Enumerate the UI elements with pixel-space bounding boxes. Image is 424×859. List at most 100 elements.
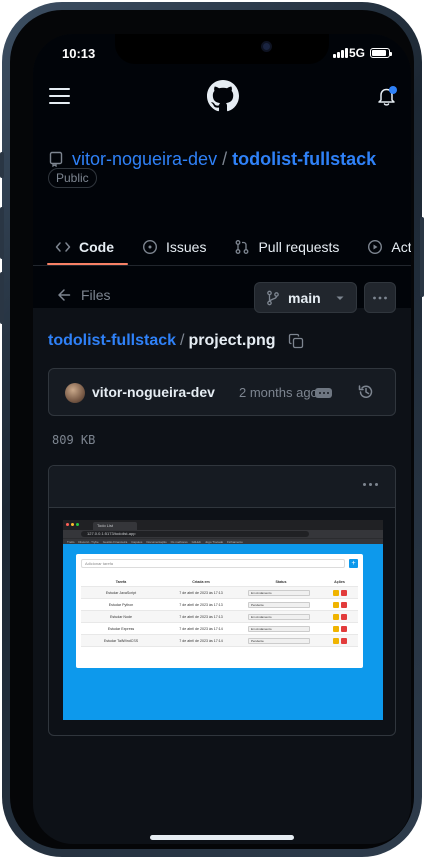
tab-code[interactable]: Code [33,230,128,265]
task-cell: Estudar TailWindCSS [103,638,139,643]
viewer-header [49,466,395,508]
bookmark: Fichamento [227,540,243,544]
commit-message-toggle[interactable] [315,388,332,398]
breadcrumb-file: project.png [188,332,276,349]
task-cell: Estudar Express [107,626,135,631]
file-breadcrumb: todolist-fullstack / project.png [48,332,304,350]
repo-owner-link[interactable]: vitor-nogueira-dev [72,149,217,170]
tab-issues[interactable]: Issues [128,230,220,264]
notification-dot [389,86,397,94]
commit-author[interactable]: vitor-nogueira-dev [92,384,215,400]
table-header: Tarefa Criada em Status Ações [81,577,358,587]
image-viewer: Todo List 127.0.0.1:5173/todolist-app Tr… [48,465,396,736]
latest-commit: vitor-nogueira-dev 2 months ago [48,368,396,416]
commit-time: 2 months ago [239,385,318,400]
edit-icon [332,589,339,596]
bookmark: Caputos [131,540,143,544]
tab-actions[interactable]: Actions [353,230,411,264]
table-row: Estudar Express 7 de abril de 2023 às 17… [81,623,358,635]
todo-card: Adicionar tarefa + Tarefa Criada em Stat… [76,554,363,668]
bookmark: Jogo Trocado [204,540,224,544]
copy-icon[interactable] [288,333,304,349]
task-table: Tarefa Criada em Status Ações Estudar Ja… [81,577,358,647]
table-row: Estudar JavaScript 7 de abril de 2023 às… [81,587,358,599]
bookmark: Os melhores [170,540,188,544]
project-screenshot: Todo List 127.0.0.1:5173/todolist-app Tr… [63,520,383,720]
kebab-horizontal-icon[interactable] [363,483,378,486]
chevron-down-icon [336,296,344,300]
phone-side-button [420,217,424,297]
browser-urlbar: 127.0.0.1:5173/todolist-app [63,530,383,538]
tab-label: Actions [391,239,411,255]
browser-tab: Todo List [93,522,137,530]
tab-pull-requests[interactable]: Pull requests [220,230,353,264]
browser-url: 127.0.0.1:5173/todolist-app [81,531,309,537]
browser-bookmarks: Trello Discord - Trybe Gestão Financeira… [63,538,383,544]
column-header: Ações [334,579,345,584]
avatar[interactable] [65,383,85,403]
phone-side-button [0,272,4,324]
home-indicator[interactable] [150,835,294,840]
breadcrumb-repo-link[interactable]: todolist-fullstack [48,332,176,350]
status-select: Pendente [248,601,310,608]
delete-icon [340,637,347,644]
signal-icon [333,48,348,58]
status-time: 10:13 [62,46,96,61]
created-cell: 7 de abril de 2023 às 17:14 [179,626,223,631]
created-cell: 7 de abril de 2023 às 17:14 [179,638,223,643]
delete-icon [340,613,347,620]
github-logo[interactable] [207,80,239,112]
pull-request-icon [236,240,249,254]
table-row: Estudar Node 7 de abril de 2023 às 17:13… [81,611,358,623]
table-row: Estudar Python 7 de abril de 2023 às 17:… [81,599,358,611]
repo-tabs: Code Issues Pull requests Act [33,230,411,266]
bell-icon[interactable] [376,85,398,107]
status-bar: 10:13 5G [33,34,411,78]
edit-icon [332,601,339,608]
files-back-label: Files [81,287,111,303]
browser-titlebar: Todo List [63,520,383,530]
created-cell: 7 de abril de 2023 às 17:13 [179,614,223,619]
edit-icon [332,637,339,644]
history-icon[interactable] [357,383,375,401]
repo-name-link[interactable]: todolist-fullstack [232,149,376,170]
screen: 10:13 5G vitor-nogueira-dev / todolist-f… [33,34,411,844]
status-select: Pendente [248,637,310,644]
tab-label: Issues [166,239,207,255]
column-header: Status [275,579,287,584]
repo-icon [49,151,63,167]
repo-title: vitor-nogueira-dev / todolist-fullstack [48,146,403,172]
tab-label: Code [79,239,114,255]
app-header [33,78,411,308]
table-row: Estudar TailWindCSS 7 de abril de 2023 à… [81,635,358,647]
hamburger-icon[interactable] [49,88,70,104]
phone-frame: 10:13 5G vitor-nogueira-dev / todolist-f… [0,2,424,857]
new-task-input: Adicionar tarefa [81,559,345,568]
status-select: Em Andamento [248,613,310,620]
column-header: Criada em [192,579,210,584]
task-cell: Estudar Node [110,614,132,619]
issue-icon [142,239,158,255]
notch [115,34,329,64]
tab-label: Pull requests [258,239,340,255]
add-task-button: + [349,559,358,568]
bookmark: Documentação [146,540,167,544]
visibility-badge: Public [48,168,97,188]
created-cell: 7 de abril de 2023 às 17:13 [179,602,223,607]
delete-icon [340,601,347,608]
network-type: 5G [349,46,366,60]
bookmark: Gestão Financeira [102,540,128,544]
status-select: Em Andamento [248,589,310,596]
breadcrumb-separator: / [180,332,185,349]
files-back-link[interactable]: Files [57,287,111,303]
file-size: 809 KB [52,433,96,447]
edit-icon [332,625,339,632]
branch-selector[interactable]: main [254,282,357,313]
phone-side-button [0,152,4,178]
edit-icon [332,613,339,620]
more-options-button[interactable] [364,282,396,313]
created-cell: 7 de abril de 2023 às 17:13 [179,590,223,595]
bookmark: Trello [67,540,75,544]
phone-bezel: 10:13 5G vitor-nogueira-dev / todolist-f… [10,10,414,849]
task-cell: Estudar Python [108,602,134,607]
